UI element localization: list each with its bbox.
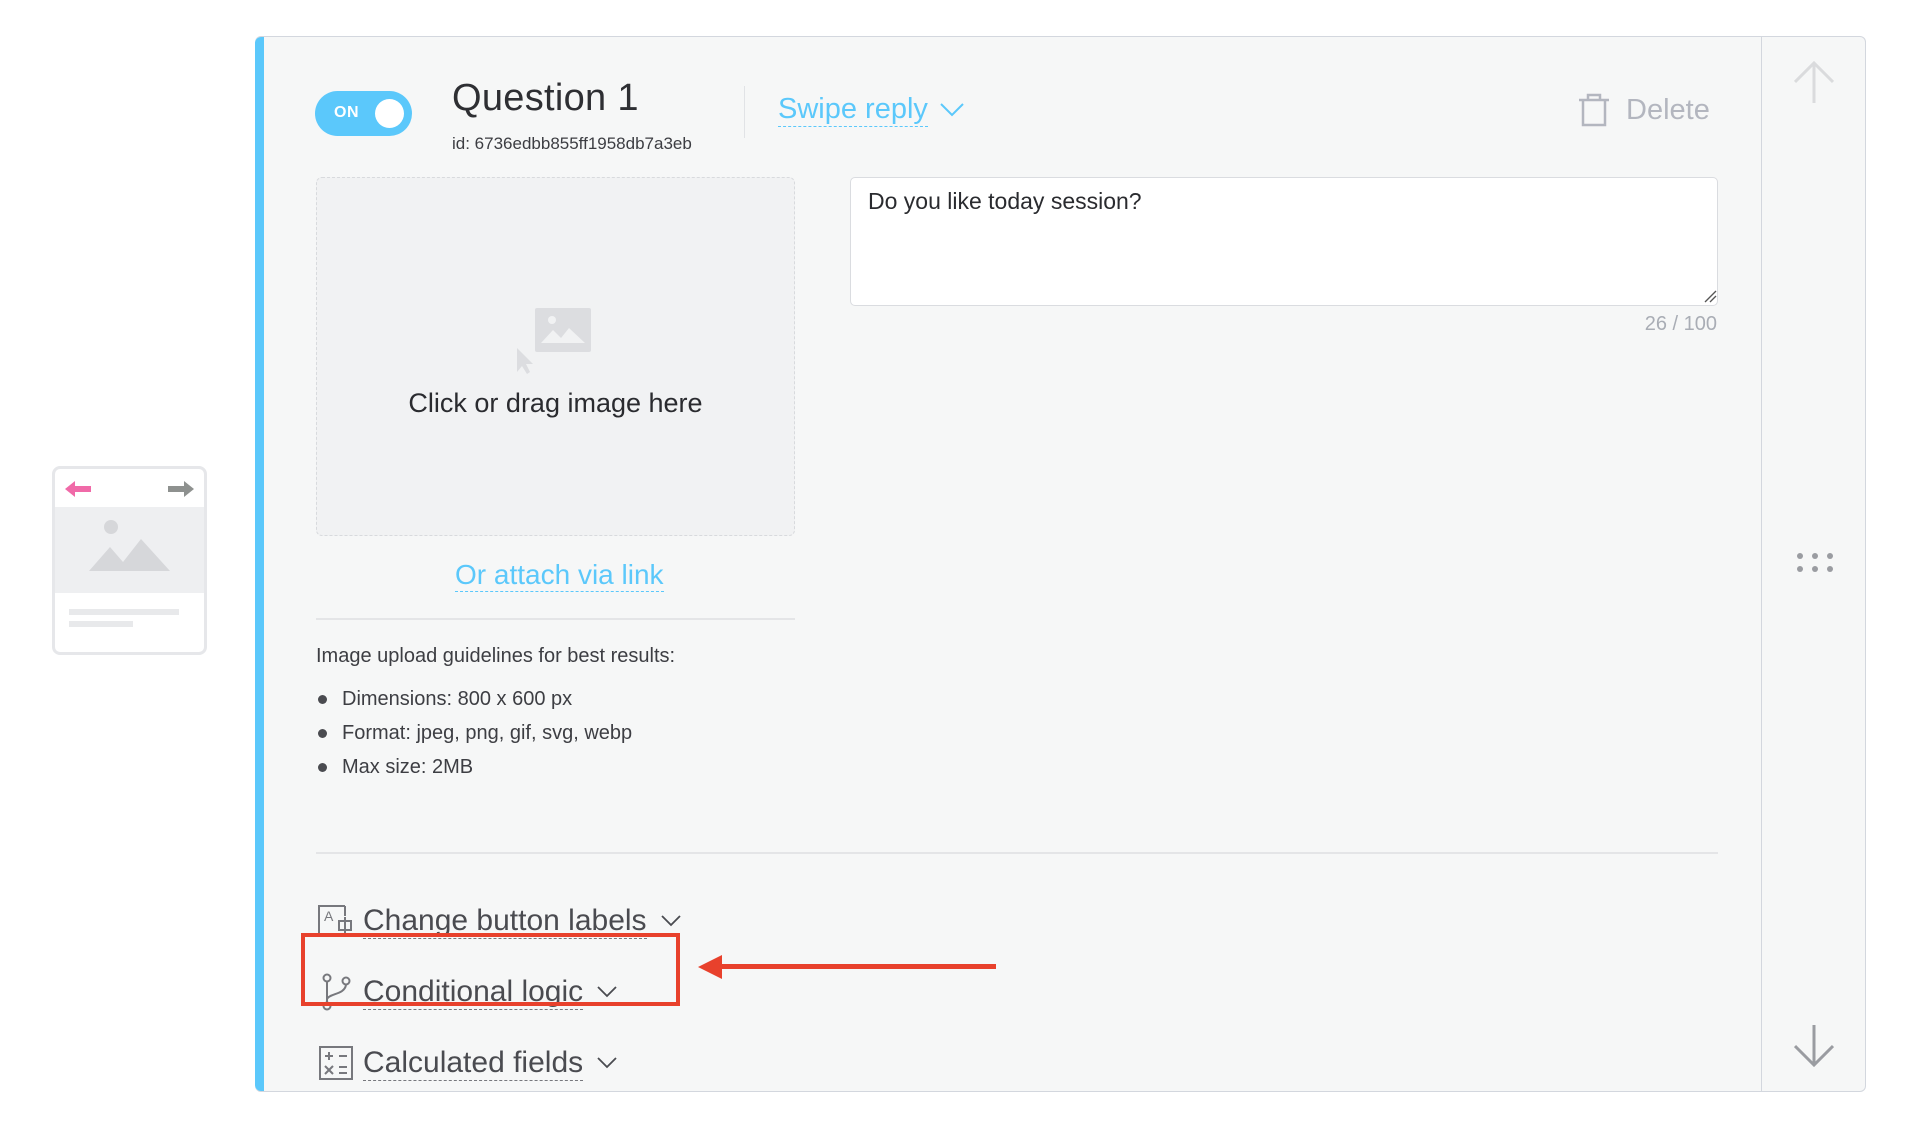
image-placeholder [55,507,204,593]
image-dropzone[interactable]: Click or drag image here [316,177,795,536]
guideline-item: Format: jpeg, png, gif, svg, webp [316,716,632,750]
svg-text:A: A [324,908,334,924]
drag-handle-icon[interactable] [1795,553,1835,573]
question-type-label: Swipe reply [778,93,928,127]
chevron-down-icon [660,915,681,927]
image-upload-icon [517,308,591,374]
delete-button[interactable]: Delete [1577,93,1710,127]
guidelines-title: Image upload guidelines for best results… [316,645,676,667]
text-line-placeholder [69,621,133,627]
question-type-thumbnail [52,466,207,655]
toggle-knob [375,99,404,128]
calculator-icon [319,1046,353,1080]
guidelines-list: Dimensions: 800 x 600 px Format: jpeg, p… [316,682,632,784]
question-card: ON Question 1 id: 6736edbb855ff1958db7a3… [255,36,1866,1092]
arrow-left-icon [65,481,91,497]
question-text-input[interactable] [850,177,1718,306]
question-id: id: 6736edbb855ff1958db7a3eb [452,134,692,153]
option-label: Conditional logic [363,974,584,1010]
divider [316,618,795,620]
character-counter: 26 / 100 [1644,313,1717,335]
conditional-logic-toggle[interactable]: Conditional logic [316,972,617,1012]
toggle-label: ON [334,104,359,121]
move-down-arrow-icon[interactable] [1794,1025,1834,1067]
attach-via-link[interactable]: Or attach via link [455,559,664,592]
header-divider [744,86,745,138]
question-enabled-toggle[interactable]: ON [315,91,412,136]
guideline-item: Dimensions: 800 x 600 px [316,682,632,716]
calculated-fields-toggle[interactable]: Calculated fields [316,1043,617,1083]
card-accent-bar [255,37,264,1091]
button-labels-icon: A [318,905,352,937]
resize-handle-icon[interactable] [1703,289,1717,303]
dropzone-text: Click or drag image here [408,388,703,418]
branch-icon [322,973,351,1011]
arrow-right-icon [168,481,194,497]
image-placeholder-icon [89,520,170,571]
divider [316,852,1718,854]
question-type-dropdown[interactable]: Swipe reply [778,92,964,127]
thumbnail-header [55,469,204,507]
option-label: Calculated fields [363,1045,584,1081]
chevron-down-icon [597,1057,617,1069]
trash-icon [1579,93,1609,127]
question-title: Question 1 [452,77,639,119]
move-up-arrow-icon[interactable] [1794,61,1834,103]
guideline-item: Max size: 2MB [316,750,632,784]
chevron-down-icon [940,102,964,116]
reorder-rail [1761,37,1865,1091]
change-button-labels-toggle[interactable]: A Change button labels [316,901,681,941]
chevron-down-icon [597,986,617,998]
delete-label: Delete [1626,93,1710,126]
option-label: Change button labels [363,903,647,939]
text-line-placeholder [69,609,179,615]
annotation-arrow-icon [698,955,996,979]
